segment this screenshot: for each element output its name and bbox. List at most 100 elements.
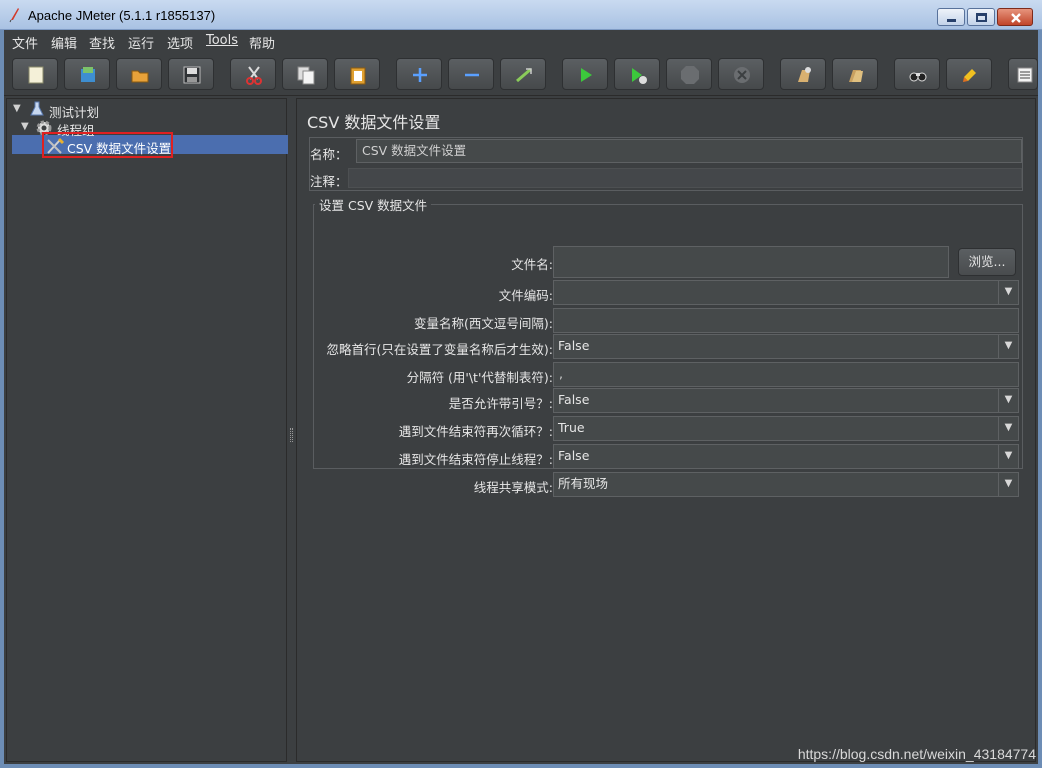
recycle-on-eof-value: True <box>558 420 585 435</box>
browse-button[interactable]: 浏览... <box>958 248 1016 276</box>
chevron-down-icon[interactable]: ▼ <box>998 445 1018 468</box>
sharing-mode-value: 所有现场 <box>558 476 609 491</box>
filename-label: 文件名: <box>511 257 553 272</box>
copy-button[interactable] <box>282 58 328 90</box>
shutdown-icon <box>734 67 750 83</box>
menu-bar: 文件 编辑 查找 运行 选项 Tools 帮助 <box>4 30 1038 52</box>
chevron-down-icon[interactable]: ▼ <box>998 335 1018 358</box>
collapse-button[interactable] <box>448 58 494 90</box>
collapse-caret-icon[interactable]: ▼ <box>21 121 31 132</box>
expand-button[interactable] <box>396 58 442 90</box>
file-encoding-select[interactable]: ▼ <box>553 280 1019 305</box>
page-title: CSV 数据文件设置 <box>307 113 441 132</box>
menu-edit[interactable]: 编辑 <box>51 33 77 52</box>
chevron-down-icon[interactable]: ▼ <box>998 473 1018 496</box>
clear-all-button[interactable] <box>832 58 878 90</box>
file-encoding-label: 文件编码: <box>498 288 553 303</box>
toggle-icon <box>516 67 532 83</box>
start-no-pause-button[interactable] <box>614 58 660 90</box>
open-icon <box>131 70 149 83</box>
chevron-down-icon[interactable]: ▼ <box>998 281 1018 304</box>
search-icon <box>909 72 927 82</box>
name-field[interactable]: CSV 数据文件设置 <box>356 139 1022 163</box>
ignore-first-line-label: 忽略首行(只在设置了变量名称后才生效): <box>326 342 553 357</box>
test-plan-icon <box>30 101 44 116</box>
clear-icon <box>798 67 811 82</box>
function-helper-icon <box>1017 67 1033 83</box>
stop-icon <box>681 66 699 84</box>
paste-button[interactable] <box>334 58 380 90</box>
chevron-down-icon[interactable]: ▼ <box>998 417 1018 440</box>
delimiter-field[interactable]: , <box>553 362 1019 387</box>
new-icon <box>28 66 44 84</box>
sharing-mode-label: 线程共享模式: <box>473 480 553 495</box>
panel-splitter[interactable] <box>288 98 295 762</box>
new-button[interactable] <box>12 58 58 90</box>
filename-field[interactable] <box>553 246 949 278</box>
cut-icon <box>246 66 262 85</box>
close-button[interactable] <box>997 8 1033 26</box>
maximize-icon <box>976 13 987 22</box>
recycle-on-eof-select[interactable]: True ▼ <box>553 416 1019 441</box>
jmeter-feather-icon <box>9 8 19 23</box>
delimiter-label: 分隔符 (用'\t'代替制表符): <box>406 370 553 385</box>
selection-annotation-box <box>42 132 173 158</box>
menu-help[interactable]: 帮助 <box>249 33 275 52</box>
stop-thread-on-eof-value: False <box>558 448 590 463</box>
menu-tools[interactable]: Tools <box>206 33 238 48</box>
stop-thread-on-eof-label: 遇到文件结束符停止线程？: <box>398 452 553 467</box>
menu-options[interactable]: 选项 <box>167 33 193 52</box>
test-tree: ▼ 测试计划 ▼ 线程组 CSV 数据文件设置 <box>6 98 288 762</box>
expand-icon <box>413 68 427 82</box>
open-button[interactable] <box>116 58 162 90</box>
collapse-icon <box>465 73 479 77</box>
allow-quoted-select[interactable]: False ▼ <box>553 388 1019 413</box>
menu-file[interactable]: 文件 <box>12 33 38 52</box>
start-icon <box>581 68 592 82</box>
allow-quoted-value: False <box>558 392 590 407</box>
stop-thread-on-eof-select[interactable]: False ▼ <box>553 444 1019 469</box>
menu-run[interactable]: 运行 <box>128 33 154 52</box>
sharing-mode-select[interactable]: 所有现场 ▼ <box>553 472 1019 497</box>
menu-search[interactable]: 查找 <box>89 33 115 52</box>
close-icon <box>1011 13 1021 23</box>
reset-search-icon <box>963 69 976 82</box>
templates-button[interactable] <box>64 58 110 90</box>
comment-field[interactable] <box>348 168 1022 188</box>
window-title: Apache JMeter (5.1.1 r1855137) <box>28 8 216 23</box>
search-button[interactable] <box>894 58 940 90</box>
save-icon <box>183 66 201 84</box>
toolbar <box>4 52 1038 96</box>
tree-item-test-plan[interactable]: ▼ 测试计划 <box>11 101 211 120</box>
name-comment-panel: 名称： CSV 数据文件设置 注释： <box>309 137 1023 191</box>
ignore-first-line-value: False <box>558 338 590 353</box>
clear-all-icon <box>849 70 863 82</box>
allow-quoted-label: 是否允许带引号？: <box>448 396 553 411</box>
recycle-on-eof-label: 遇到文件结束符再次循环？: <box>398 424 553 439</box>
variable-names-field[interactable] <box>553 308 1019 333</box>
save-button[interactable] <box>168 58 214 90</box>
function-helper-button[interactable] <box>1008 58 1038 90</box>
start-button[interactable] <box>562 58 608 90</box>
comment-label: 注释： <box>310 174 348 189</box>
minimize-icon <box>947 19 956 22</box>
jmeter-main: 文件 编辑 查找 运行 选项 Tools 帮助 ▼ 测试计划 ▼ 线程组 CSV… <box>4 30 1038 764</box>
ignore-first-line-select[interactable]: False ▼ <box>553 334 1019 359</box>
name-label: 名称： <box>310 147 348 162</box>
clear-button[interactable] <box>780 58 826 90</box>
maximize-button[interactable] <box>967 8 995 26</box>
reset-search-button[interactable] <box>946 58 992 90</box>
watermark: https://blog.csdn.net/weixin_43184774 <box>797 746 1036 762</box>
cut-button[interactable] <box>230 58 276 90</box>
collapse-caret-icon[interactable]: ▼ <box>13 103 23 114</box>
paste-icon <box>350 67 366 85</box>
stop-button[interactable] <box>666 58 712 90</box>
toggle-button[interactable] <box>500 58 546 90</box>
title-bar: Apache JMeter (5.1.1 r1855137) <box>0 0 1042 30</box>
chevron-down-icon[interactable]: ▼ <box>998 389 1018 412</box>
minimize-button[interactable] <box>937 8 965 26</box>
templates-icon <box>81 67 95 82</box>
shutdown-button[interactable] <box>718 58 764 90</box>
splitter-grip-icon <box>290 428 293 442</box>
copy-icon <box>297 66 315 85</box>
